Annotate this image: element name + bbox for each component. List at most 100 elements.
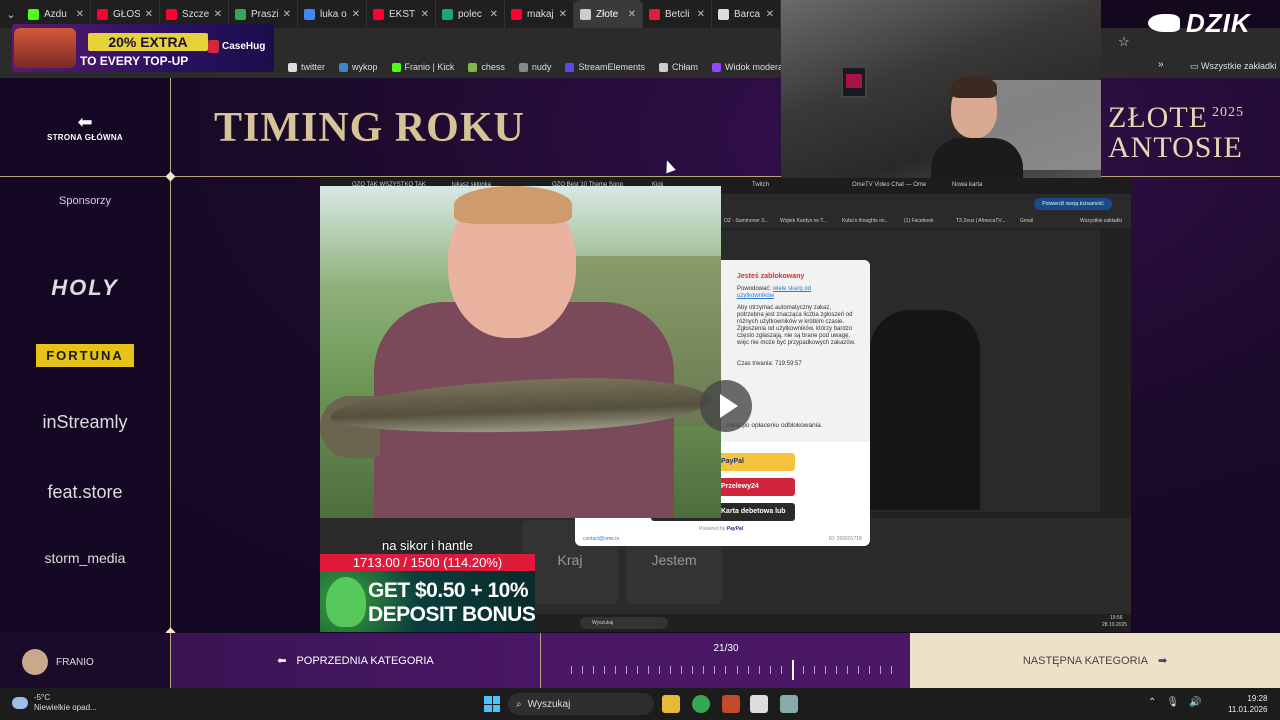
bookmark-star-icon[interactable]: ☆ — [1118, 34, 1130, 50]
close-icon[interactable]: ✕ — [766, 9, 774, 20]
deposit-bonus-ad[interactable]: GET $0.50 + 10% DEPOSIT BONUS — [320, 571, 535, 632]
bookmark-item[interactable]: twitter — [288, 62, 325, 72]
reason-label: Powodować: — [737, 286, 772, 292]
weather-widget[interactable]: -5°C Niewielkie opad... — [12, 693, 97, 713]
bookmark-item[interactable]: Franio | Kick — [391, 62, 454, 72]
tab-label: Praszi — [251, 8, 278, 20]
progress-tick — [703, 666, 705, 674]
tab-favicon-icon — [97, 8, 108, 20]
event-logo: ZŁOTE 2025 ANTOSIE — [1108, 98, 1244, 163]
screen-bookmark: T3 Zeus | AfreecaTV... — [956, 218, 1006, 224]
browser-tab[interactable]: Barca ✕ — [712, 0, 781, 28]
sponsor-stormmedia-logo[interactable]: storm_media — [20, 550, 150, 566]
app-icon[interactable] — [750, 695, 768, 713]
start-button[interactable] — [484, 696, 500, 712]
file-explorer-icon[interactable] — [662, 695, 680, 713]
settings-icon[interactable] — [780, 695, 798, 713]
sponsor-instreamly-logo[interactable]: inStreamly — [20, 412, 150, 433]
browser-tab[interactable]: Betcli ✕ — [643, 0, 712, 28]
prev-category-button[interactable]: ⬅ POPRZEDNIA KATEGORIA — [171, 633, 540, 688]
home-back-button[interactable]: ⬅ STRONA GŁÓWNA — [20, 112, 150, 142]
progress-current-marker — [791, 660, 794, 680]
ad-line1: GET $0.50 + 10% — [368, 579, 529, 602]
bookmark-icon — [468, 62, 478, 72]
sponsor-fortuna-logo[interactable]: FORTUNA — [36, 344, 134, 367]
progress-ticks — [571, 660, 901, 680]
progress-tick — [846, 666, 848, 674]
close-icon[interactable]: ✕ — [145, 9, 153, 20]
weather-desc: Niewielkie opad... — [34, 703, 97, 712]
close-icon[interactable]: ✕ — [283, 9, 291, 20]
page-title: TIMING ROKU — [214, 105, 525, 151]
progress-tick — [714, 666, 716, 674]
screen-date: 28.10.2025 — [1102, 622, 1128, 628]
bookmark-item[interactable]: Chłam — [658, 62, 698, 72]
close-icon[interactable]: ✕ — [697, 9, 705, 20]
play-icon[interactable] — [700, 380, 752, 432]
tab-favicon-icon — [442, 8, 453, 20]
progress-tick — [725, 666, 727, 674]
tab-favicon-icon — [511, 8, 522, 20]
chest-image — [14, 28, 76, 68]
tab-favicon-icon — [580, 8, 591, 20]
close-icon[interactable]: ✕ — [628, 9, 636, 20]
bookmark-icon — [565, 62, 575, 72]
chevron-up-icon[interactable]: ⌃ — [1148, 697, 1156, 708]
browser-tab[interactable]: Złote ✕ — [574, 0, 643, 28]
mic-icon[interactable]: 🎙 — [1166, 697, 1179, 708]
progress-tick — [637, 666, 639, 674]
close-icon[interactable]: ✕ — [490, 9, 498, 20]
close-icon[interactable]: ✕ — [214, 9, 222, 20]
progress-tick — [835, 666, 837, 674]
all-bookmarks[interactable]: ▭ Wszystkie zakładki — [1190, 61, 1277, 72]
sponsor-holy-logo[interactable]: HOLY — [20, 275, 150, 301]
browser-tab[interactable]: makaj ✕ — [505, 0, 574, 28]
casehug-ad[interactable]: 20% EXTRA TO EVERY TOP-UP CaseHug — [12, 24, 274, 72]
dzik-logo: DZIK — [1148, 4, 1274, 42]
browser-tab[interactable]: EKSTE ✕ — [367, 0, 436, 28]
divider — [1101, 176, 1280, 177]
close-icon[interactable]: ✕ — [559, 9, 567, 20]
progress-tick — [615, 666, 617, 674]
bookmark-icon — [658, 62, 668, 72]
screen-bookmark: Wojtek Kardys ne T... — [780, 218, 828, 224]
next-category-button[interactable]: NASTĘPNA KATEGORIA ➡ — [910, 633, 1280, 688]
taskbar-clock[interactable]: 19:28 11.01.2026 — [1228, 693, 1267, 715]
contact-link[interactable]: contact@ome.tv — [583, 536, 619, 542]
user-name: FRANIO — [56, 657, 94, 668]
boar-icon — [1148, 14, 1180, 32]
screen-tab: Nowa karta — [952, 182, 983, 188]
chrome-icon[interactable] — [692, 695, 710, 713]
ban-reason: Powodować: wiele skarg od użytkowników — [737, 286, 827, 300]
bookmark-item[interactable]: nudy — [518, 62, 551, 72]
bookmark-label: Chłam — [671, 62, 698, 72]
category-counter: 21/30 — [713, 643, 739, 654]
progress-tick — [659, 666, 661, 674]
bookmarks-more-icon[interactable]: » — [1158, 59, 1164, 70]
goal-title: na sikor i hantle — [381, 538, 474, 553]
search-icon: ⌕ — [516, 698, 522, 710]
bookmark-item[interactable]: chess — [468, 62, 505, 72]
browser-tab[interactable]: polec ✕ — [436, 0, 505, 28]
progress-tick — [802, 666, 804, 674]
tab-favicon-icon — [649, 8, 660, 20]
close-icon[interactable]: ✕ — [421, 9, 429, 20]
bookmark-item[interactable]: wykop — [339, 62, 378, 72]
close-icon[interactable]: ✕ — [76, 9, 84, 20]
bookmark-icon — [339, 62, 349, 72]
volume-icon[interactable]: 🔊 — [1189, 697, 1201, 708]
app-icon[interactable] — [722, 695, 740, 713]
tab-label: Barca — [734, 8, 761, 20]
tv-shape — [841, 66, 867, 98]
tab-favicon-icon — [304, 8, 315, 20]
taskbar-search[interactable]: ⌕ Wyszukaj — [508, 693, 654, 715]
progress-tick — [626, 666, 628, 674]
tab-label: Złote — [596, 8, 619, 20]
close-icon[interactable]: ✕ — [352, 9, 360, 20]
system-tray: ⌃ 🎙 🔊 — [1148, 697, 1202, 708]
bookmark-item[interactable]: StreamElements — [565, 62, 645, 72]
browser-tab[interactable]: luka o ✕ — [298, 0, 367, 28]
sponsor-featstore-logo[interactable]: feat.store — [20, 482, 150, 503]
goal-progress-bar: 1713.00 / 1500 (114.20%) — [320, 554, 535, 571]
ad-line2: DEPOSIT BONUS — [368, 603, 535, 626]
